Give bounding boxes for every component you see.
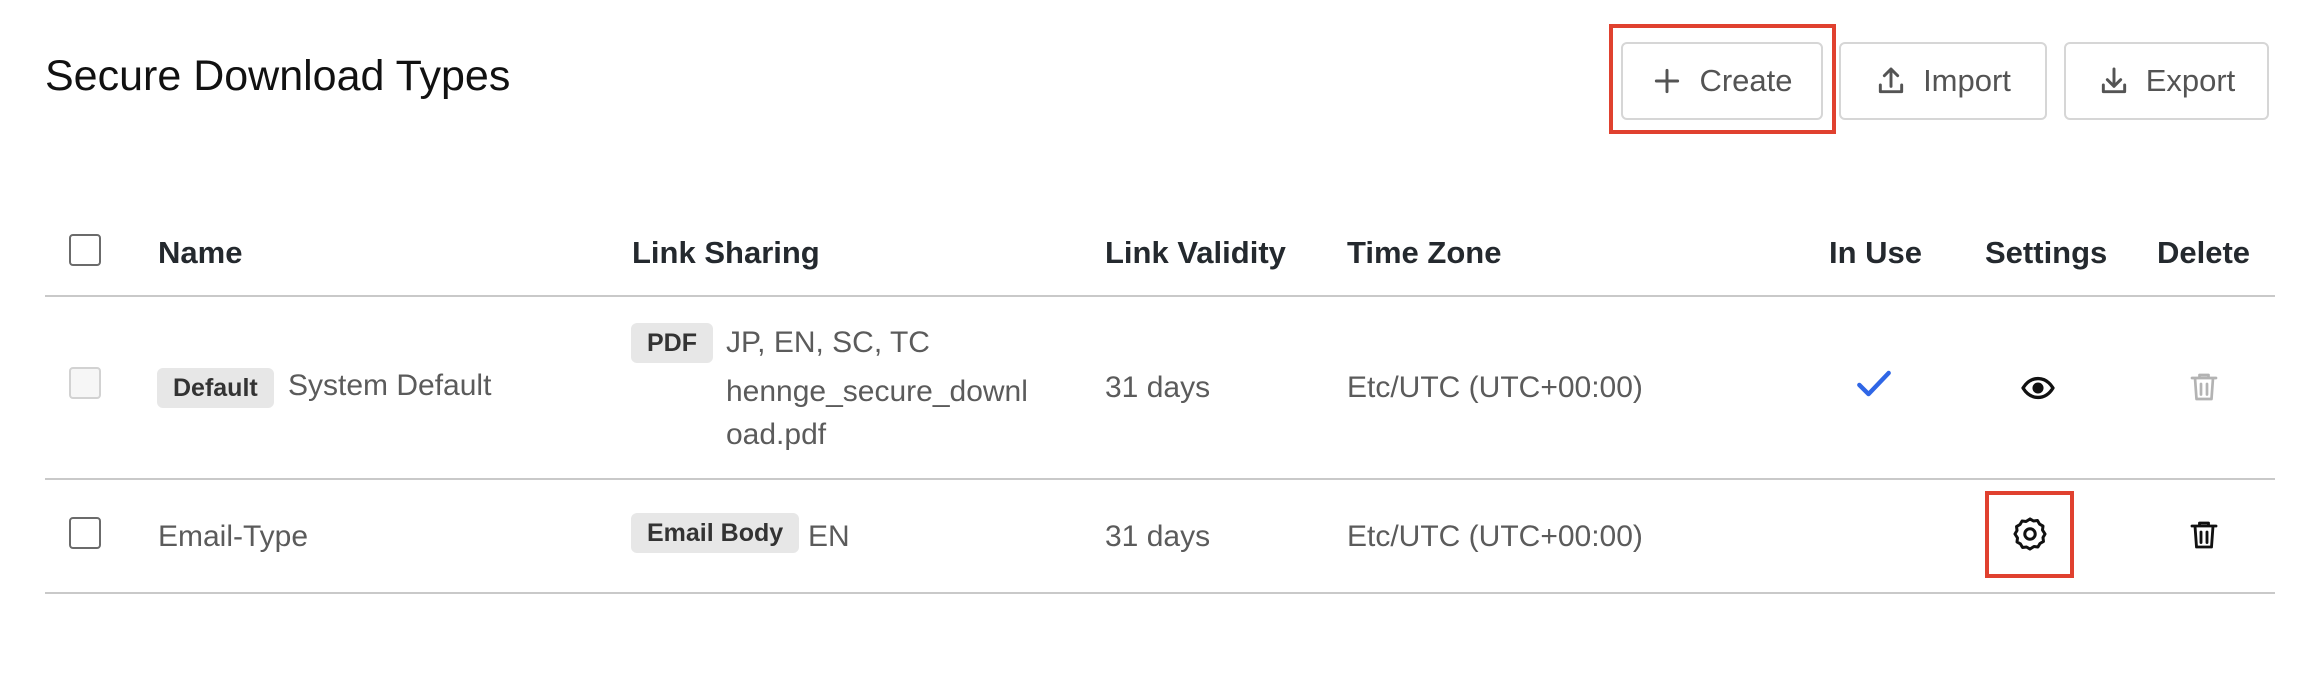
link-languages: EN [808, 520, 850, 553]
import-button[interactable]: Import [1839, 42, 2047, 120]
time-zone-value: Etc/UTC (UTC+00:00) [1347, 520, 1643, 553]
select-all-checkbox[interactable] [69, 234, 101, 266]
time-zone-value: Etc/UTC (UTC+00:00) [1347, 371, 1643, 404]
link-file-name-line2: oad.pdf [726, 418, 827, 451]
column-header-name[interactable]: Name [158, 235, 242, 271]
header-divider [45, 295, 2275, 297]
create-button-label: Create [1699, 63, 1793, 98]
link-validity-value: 31 days [1105, 520, 1211, 553]
in-use-check-icon [1852, 362, 1896, 406]
create-button[interactable]: Create [1621, 42, 1823, 120]
export-button-label: Export [2145, 63, 2236, 98]
column-header-link-sharing[interactable]: Link Sharing [632, 235, 820, 271]
download-icon [2101, 67, 2126, 94]
page-title: Secure Download Types [45, 52, 511, 100]
link-validity-value: 31 days [1105, 371, 1211, 404]
row-divider [45, 478, 2275, 480]
column-header-in-use: In Use [1829, 235, 1923, 270]
export-button[interactable]: Export [2064, 42, 2269, 120]
column-header-time-zone[interactable]: Time Zone [1347, 235, 1501, 271]
trash-icon[interactable] [2184, 514, 2224, 556]
trash-icon-disabled [2184, 366, 2224, 408]
column-header-link-validity[interactable]: Link Validity [1105, 235, 1286, 271]
default-badge: Default [157, 368, 274, 408]
link-languages: JP, EN, SC, TC [726, 326, 930, 359]
import-button-label: Import [1923, 63, 2011, 98]
upload-icon [1878, 67, 1904, 94]
column-header-delete: Delete [2157, 235, 2251, 270]
row-checkbox-disabled [69, 367, 101, 399]
link-type-tag: Email Body [631, 513, 800, 553]
link-file-name-line1: hennge_secure_downl [726, 375, 1028, 408]
row-checkbox[interactable] [69, 517, 101, 549]
eye-icon[interactable] [2018, 368, 2058, 408]
row-name: System Default [288, 369, 492, 402]
link-type-tag: PDF [631, 323, 713, 363]
table-bottom-border [45, 592, 2275, 594]
gear-icon[interactable] [2010, 514, 2050, 554]
row-name[interactable]: Email-Type [158, 519, 308, 555]
plus-icon [1655, 68, 1680, 94]
column-header-settings: Settings [1985, 235, 2108, 270]
